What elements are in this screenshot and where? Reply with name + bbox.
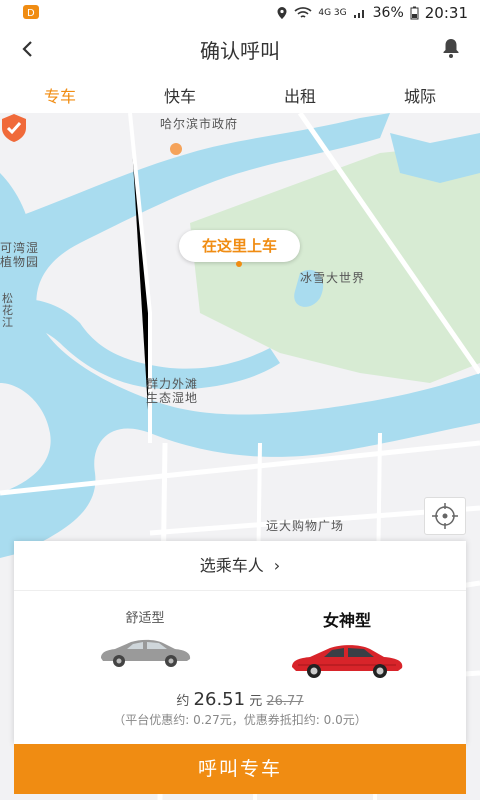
car-option-comfort[interactable]: 舒适型 (80, 607, 210, 668)
discount-note: （平台优惠约: 0.27元，优惠券抵扣约: 0.0元） (113, 713, 367, 727)
gov-marker (170, 143, 182, 155)
network-indicator: 4G 3G (318, 8, 347, 18)
header: 确认呼叫 (0, 25, 480, 73)
tab-chengji[interactable]: 城际 (360, 73, 480, 113)
status-bar: D 4G 3G 36% 20:31 (0, 0, 480, 25)
car-name-goddess: 女神型 (322, 611, 371, 630)
ride-card: 选乘车人 › 舒适型 女神型 约 26.51 元 26.77 （平台优惠约: 0.… (14, 541, 466, 744)
page-title: 确认呼叫 (200, 39, 280, 63)
shield-check-icon[interactable] (0, 113, 28, 143)
tab-kuaiche[interactable]: 快车 (120, 73, 240, 113)
clock: 20:31 (424, 4, 468, 22)
locate-button[interactable] (424, 497, 466, 535)
old-price: 26.77 (266, 694, 304, 709)
gray-car-icon (101, 639, 191, 667)
red-car-icon (292, 645, 403, 678)
pickup-dot (236, 261, 242, 267)
car-option-goddess[interactable]: 女神型 (282, 607, 412, 679)
battery-icon (410, 6, 419, 20)
car-name-comfort: 舒适型 (125, 611, 165, 626)
bell-icon[interactable] (440, 37, 462, 59)
wifi-icon (294, 7, 312, 18)
tab-chuzu[interactable]: 出租 (240, 73, 360, 113)
call-car-button[interactable]: 呼叫专车 (14, 744, 466, 794)
tab-zhuanche[interactable]: 专车 (0, 73, 120, 113)
passenger-label: 选乘车人 (199, 556, 264, 575)
price-unit: 元 (249, 694, 263, 709)
pickup-pin-label[interactable]: 在这里上车 (179, 230, 300, 262)
map-label-mall: 远大购物广场 (266, 519, 345, 533)
map-label-gov: 哈尔滨市政府 (160, 117, 239, 131)
map-label-wetland2: 植物园 (0, 255, 40, 269)
location-icon (277, 7, 287, 19)
app-logo-icon: D (23, 5, 39, 19)
select-passenger-row[interactable]: 选乘车人 › (14, 541, 466, 591)
map-label-qunli2: 生态湿地 (146, 391, 199, 405)
price-prefix: 约 (176, 694, 190, 709)
price-amount: 26.51 (193, 689, 246, 710)
price-estimate: 约 26.51 元 26.77 (14, 689, 466, 710)
chevron-right-icon: › (273, 556, 281, 575)
signal-icon (353, 10, 364, 18)
service-tabs: 专车 快车 出租 城际 (0, 73, 480, 113)
map-label-river: 松花江 (2, 292, 14, 329)
svg-text:D: D (27, 8, 35, 19)
battery-level: 36% (372, 5, 404, 21)
map-label-snow: 冰雪大世界 (300, 271, 366, 285)
crosshair-icon (432, 503, 458, 529)
